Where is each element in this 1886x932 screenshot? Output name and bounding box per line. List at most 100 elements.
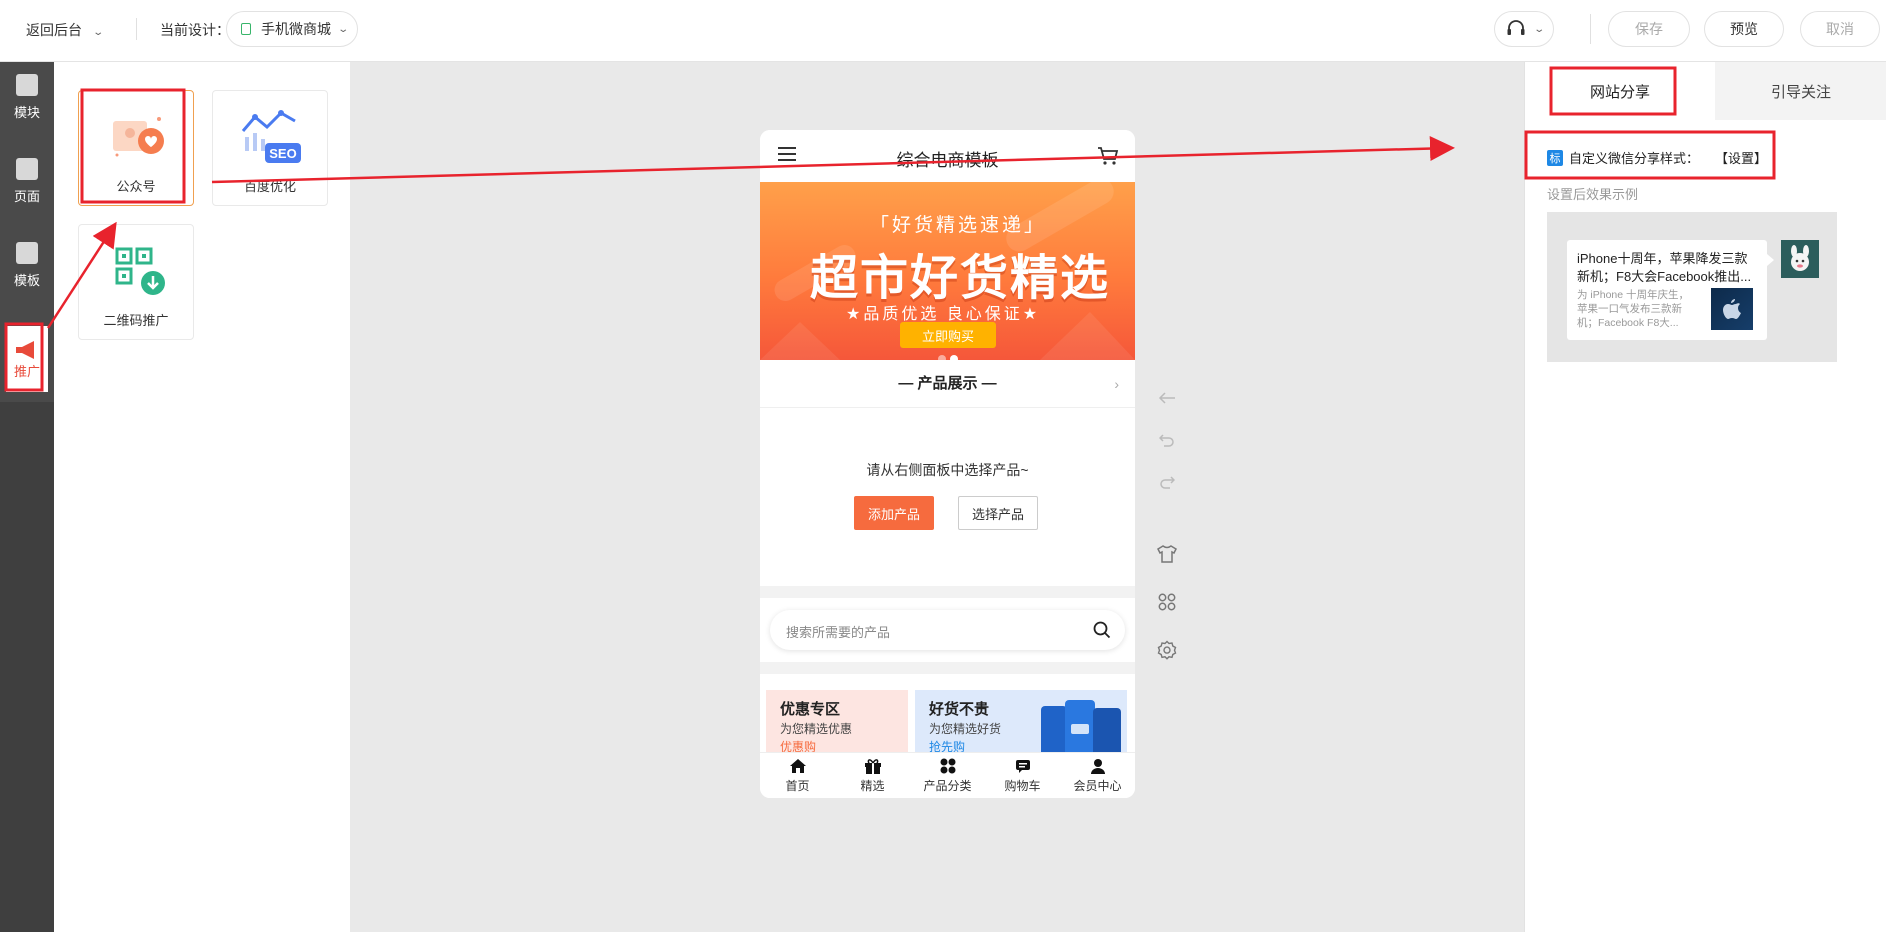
phone-title: 综合电商模板 xyxy=(896,151,999,170)
back-to-admin-button[interactable]: 返回后台 ⌄ xyxy=(26,20,104,40)
carousel-dots[interactable] xyxy=(938,350,962,360)
chevron-down-icon: ⌄ xyxy=(92,27,104,38)
divider xyxy=(760,586,1135,598)
setting-link[interactable]: 【设置】 xyxy=(1715,148,1767,167)
tab-guide-follow[interactable]: 引导关注 xyxy=(1715,62,1886,120)
current-design-label: 当前设计： xyxy=(160,22,230,38)
tab-site-share[interactable]: 网站分享 xyxy=(1525,62,1715,120)
top-bar: 返回后台 ⌄ 当前设计： 手机微商城 ⌄ ⌄ 保存 预览 取消 xyxy=(0,0,1886,62)
promo-subtitle: 为您精选好货 xyxy=(929,722,1002,736)
template-icon xyxy=(16,241,38,264)
bottom-nav-label: 会员中心 xyxy=(1073,778,1122,793)
megaphone-icon xyxy=(16,340,34,359)
card-baidu-seo[interactable]: SEO 百度优化 xyxy=(212,90,328,206)
card-official-account[interactable]: 公众号 xyxy=(78,90,194,206)
sidebar-item-template[interactable]: 模板 xyxy=(0,230,54,300)
undo-icon[interactable] xyxy=(1155,428,1179,452)
promo-card-goods[interactable]: 好货不贵 为您精选好货 抢先购 xyxy=(915,690,1127,754)
sidebar-item-label: 模块 xyxy=(13,104,40,120)
apple-logo-icon xyxy=(1711,288,1753,330)
choose-product-button[interactable]: 选择产品 xyxy=(958,496,1038,530)
module-icon xyxy=(16,73,38,96)
back-label: 返回后台 xyxy=(26,22,82,38)
design-value: 手机微商城 xyxy=(261,21,331,37)
promo-subtitle: 为您精选优惠 xyxy=(780,722,853,736)
home-icon xyxy=(789,758,806,773)
sidebar-item-module[interactable]: 模块 xyxy=(0,62,54,132)
bottom-nav-home[interactable]: 首页 xyxy=(760,753,835,798)
search-placeholder: 搜索所需要的产品 xyxy=(786,625,891,640)
headset-icon xyxy=(1507,20,1525,35)
divider xyxy=(760,662,1135,674)
share-bubble: iPhone十周年，苹果降发三款新机；F8大会Facebook推出... 为 i… xyxy=(1567,240,1774,340)
help-button[interactable]: ⌄ xyxy=(1494,11,1554,47)
preview-hint: 设置后效果示例 xyxy=(1547,187,1639,202)
tag-badge: 标 xyxy=(1547,149,1563,166)
redo-icon[interactable] xyxy=(1155,470,1179,494)
category-icon xyxy=(940,758,955,773)
sidebar-item-promotion[interactable]: 推广 xyxy=(6,326,48,392)
bottom-nav-cart[interactable]: 购物车 xyxy=(985,753,1060,798)
design-select[interactable]: 手机微商城 ⌄ xyxy=(226,11,358,47)
seo-icon: SEO xyxy=(241,110,301,163)
settings-icon[interactable] xyxy=(1155,638,1179,662)
share-title: iPhone十周年，苹果降发三款新机；F8大会Facebook推出... xyxy=(1577,251,1752,284)
promo-card-discount[interactable]: 优惠专区 为您精选优惠 优惠购 xyxy=(766,690,908,754)
bottom-nav-label: 产品分类 xyxy=(923,778,972,793)
promo-banner[interactable]: 「好货精选速递」 超市好货精选 ★品质优选 良心保证★ 立即购买 xyxy=(760,182,1135,360)
search-icon[interactable] xyxy=(1093,621,1111,639)
buy-now-button[interactable]: 立即购买 xyxy=(900,322,996,348)
shirt-icon[interactable] xyxy=(1155,542,1179,566)
section-title: — 产品展示 — xyxy=(760,360,1135,408)
empty-message: 请从右侧面板中选择产品~ xyxy=(866,462,1029,478)
card-label: 百度优化 xyxy=(243,179,296,194)
chevron-down-icon: ⌄ xyxy=(337,23,350,35)
preview-button[interactable]: 预览 xyxy=(1704,11,1784,47)
banner-subtitle: 「好货精选速递」 xyxy=(870,215,1047,236)
divider xyxy=(1590,14,1591,44)
sidebar-item-label: 页面 xyxy=(13,188,40,204)
chevron-right-icon[interactable]: › xyxy=(1114,376,1119,392)
product-image xyxy=(1041,700,1121,754)
bottom-nav-member[interactable]: 会员中心 xyxy=(1060,753,1135,798)
qrcode-icon xyxy=(115,247,165,295)
grid-icon[interactable] xyxy=(1155,590,1179,614)
phone-header: 综合电商模板 xyxy=(760,130,1135,182)
custom-share-setting: 标 自定义微信分享样式： 【设置】 xyxy=(1547,148,1767,167)
save-button[interactable]: 保存 xyxy=(1608,11,1690,47)
cancel-button[interactable]: 取消 xyxy=(1800,11,1880,47)
phone-icon xyxy=(241,23,251,35)
bottom-nav-label: 购物车 xyxy=(1004,778,1041,793)
sidebar-item-page[interactable]: 页面 xyxy=(0,146,54,216)
page-icon xyxy=(16,157,38,180)
sidebar-background xyxy=(0,402,54,932)
avatar xyxy=(1781,240,1819,278)
back-arrow-icon[interactable] xyxy=(1155,386,1179,410)
bottom-nav-featured[interactable]: 精选 xyxy=(835,753,910,798)
banner-tagline: ★品质优选 良心保证★ xyxy=(846,306,1041,323)
add-product-button[interactable]: 添加产品 xyxy=(854,496,934,530)
bottom-nav-label: 精选 xyxy=(860,778,885,793)
sidebar-item-label: 模板 xyxy=(13,272,40,288)
bottom-nav-category[interactable]: 产品分类 xyxy=(910,753,985,798)
module-panel: 公众号 SEO 百度优化 二维码推广 xyxy=(54,62,350,932)
search-input[interactable]: 搜索所需要的产品 xyxy=(770,610,1125,650)
custom-share-label: 自定义微信分享样式： xyxy=(1569,151,1700,166)
card-qrcode-promotion[interactable]: 二维码推广 xyxy=(78,224,194,340)
bottom-nav-label: 首页 xyxy=(785,778,810,793)
cart-icon xyxy=(1015,759,1030,773)
chevron-down-icon: ⌄ xyxy=(1533,23,1545,35)
card-label: 公众号 xyxy=(116,179,156,194)
cart-icon[interactable] xyxy=(1097,146,1119,166)
seo-badge: SEO xyxy=(269,146,296,161)
card-label: 二维码推广 xyxy=(103,313,169,328)
wechat-official-icon xyxy=(113,117,164,157)
promo-title: 好货不贵 xyxy=(929,701,990,718)
phone-preview: 综合电商模板 「好货精选速递」 超市好货精选 ★品质优选 良心保证★ 立即购买 … xyxy=(760,130,1135,798)
sidebar-item-label: 推广 xyxy=(13,363,40,379)
banner-headline: 超市好货精选 xyxy=(810,252,1111,305)
gift-icon xyxy=(864,758,881,774)
divider xyxy=(136,18,137,40)
share-preview: iPhone十周年，苹果降发三款新机；F8大会Facebook推出... 为 i… xyxy=(1547,212,1837,362)
left-sidebar: 模块 页面 模板 推广 xyxy=(0,62,54,402)
